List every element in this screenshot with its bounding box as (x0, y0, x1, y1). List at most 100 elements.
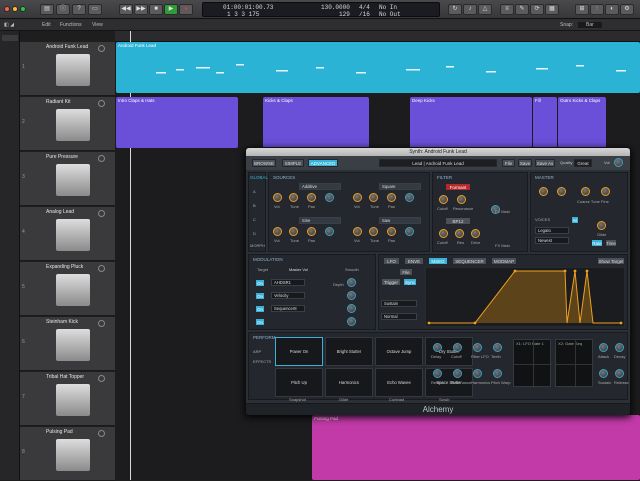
fine-tune-knob[interactable] (601, 187, 610, 196)
filter-resonance-knob[interactable] (457, 195, 466, 204)
mod-on-1[interactable]: On (255, 279, 265, 287)
track-mute-icon[interactable] (98, 265, 105, 272)
zoom-window-icon[interactable] (20, 6, 26, 12)
tuner-icon[interactable]: ♪ (463, 4, 477, 15)
envelope-knob[interactable] (615, 369, 624, 378)
track-header[interactable]: 5 Expanding Pluck (20, 262, 115, 316)
source-knob[interactable] (273, 227, 282, 236)
rate-button[interactable]: Rate (591, 239, 603, 247)
arp-tab[interactable]: ARP (253, 349, 261, 354)
mono-button[interactable]: M (571, 216, 579, 224)
envelope-knob[interactable] (615, 343, 624, 352)
source-knob[interactable] (405, 193, 414, 202)
filter2-res-knob[interactable] (455, 229, 464, 238)
editor-icon[interactable]: ⊞ (575, 4, 589, 15)
voices-priority-select[interactable]: Newest (535, 237, 569, 244)
source-knob[interactable] (369, 193, 378, 202)
track-name[interactable]: Steinham Kick (46, 319, 78, 325)
track-header[interactable]: 6 Steinham Kick (20, 317, 115, 371)
save-button[interactable]: Save (518, 159, 532, 167)
source-b-letter[interactable]: B (253, 203, 256, 208)
source-knob[interactable] (387, 227, 396, 236)
mod-tab[interactable]: SEQUENCER (452, 257, 487, 265)
normal-select[interactable]: Normal (381, 313, 417, 320)
mod-depth-knob-2[interactable] (347, 291, 356, 300)
show-target-button[interactable]: Show Target (597, 257, 625, 265)
save-as-button[interactable]: Save As (535, 159, 555, 167)
track-mute-icon[interactable] (98, 320, 105, 327)
view-menu[interactable]: View (92, 22, 103, 28)
perform-pad[interactable]: Bright Stutter (325, 337, 373, 366)
functions-menu[interactable]: Functions (60, 22, 82, 28)
region-android-funk-lead[interactable]: Android Funk Lead (116, 42, 640, 93)
region-icon[interactable]: ◧ ◢ (4, 22, 14, 28)
apple-loops-icon[interactable]: ⚙ (620, 4, 634, 15)
mod-tab[interactable]: LFO (383, 257, 400, 265)
filter2-drive-knob[interactable] (471, 229, 480, 238)
perform-pad[interactable]: Power On (275, 337, 323, 366)
source-knob[interactable] (273, 193, 282, 202)
morph-tab[interactable]: MORPH (250, 243, 265, 248)
source-b-select[interactable]: Square (379, 183, 421, 190)
mod-tab[interactable]: MODMAP (491, 257, 517, 265)
perform-pad[interactable]: Octave Jump (375, 337, 423, 366)
mseg-file-button[interactable]: File (399, 268, 413, 276)
track-header[interactable]: 7 Tribal Hat Topper (20, 372, 115, 426)
filter-type-select[interactable]: Formant (445, 183, 471, 191)
mod-on-3[interactable]: On (255, 305, 265, 313)
mod-source-2[interactable]: Velocity (271, 292, 305, 299)
region-deep-kicks[interactable]: Deep Kicks (410, 97, 532, 148)
macro-knob[interactable] (473, 343, 482, 352)
region-outro[interactable]: Outro Kicks & Claps (558, 97, 606, 148)
mod-depth-knob-3[interactable] (347, 304, 356, 313)
track-name[interactable]: Android Funk Lead (46, 44, 88, 50)
perform-pad[interactable]: Harmonics (325, 368, 373, 397)
loop-browser-icon[interactable]: ⟳ (530, 4, 544, 15)
source-c-select[interactable]: Sine (299, 217, 341, 224)
track-mute-icon[interactable] (98, 375, 105, 382)
sustain-select[interactable]: Sustain (381, 300, 417, 307)
metronome-icon[interactable]: △ (478, 4, 492, 15)
notepad-icon[interactable]: ✎ (515, 4, 529, 15)
track-mute-icon[interactable] (98, 155, 105, 162)
track-name[interactable]: Pulsing Pad (46, 429, 73, 435)
source-knob[interactable] (353, 193, 362, 202)
mod-tab[interactable]: MSEG (428, 257, 448, 265)
source-d-select[interactable]: Saw (379, 217, 421, 224)
macro-knob[interactable] (453, 369, 462, 378)
cycle-icon[interactable]: ↻ (448, 4, 462, 15)
play-button[interactable]: ▶ (164, 4, 178, 15)
browser-icon[interactable]: ▦ (545, 4, 559, 15)
edit-menu[interactable]: Edit (42, 22, 51, 28)
mixer-icon[interactable]: ⫶ (590, 4, 604, 15)
region-pulsing-pad[interactable]: Pulsing Pad (312, 415, 640, 480)
library-icon[interactable]: ▤ (40, 4, 54, 15)
perform-pad[interactable]: Echo Wavee (375, 368, 423, 397)
source-knob[interactable] (307, 227, 316, 236)
source-knob[interactable] (387, 193, 396, 202)
track-name[interactable]: Pure Pressure (46, 154, 78, 160)
file-button[interactable]: File (502, 159, 515, 167)
mod-source-3[interactable]: Sequencer8 (271, 305, 305, 312)
mod-tab[interactable]: ENVE (404, 257, 424, 265)
bar-ruler[interactable] (115, 31, 640, 42)
source-a-select[interactable]: Additive (299, 183, 341, 190)
filter2-cutoff-knob[interactable] (439, 229, 448, 238)
stop-button[interactable]: ■ (149, 4, 163, 15)
region-intro-claps-hats[interactable]: Intro Claps & Hats (116, 97, 238, 148)
macro-knob[interactable] (433, 343, 442, 352)
track-name[interactable]: Expanding Pluck (46, 264, 83, 270)
source-knob[interactable] (353, 227, 362, 236)
fast-forward-button[interactable]: ▶▶ (134, 4, 148, 15)
minimize-window-icon[interactable] (12, 6, 18, 12)
master-pan-knob[interactable] (557, 187, 566, 196)
source-knob[interactable] (325, 193, 334, 202)
perform-pad[interactable]: Dry Stutter (425, 337, 473, 366)
perform-pad[interactable]: Pitch Up (275, 368, 323, 397)
time-signature[interactable]: 4/4 (359, 4, 370, 11)
mod-source-1[interactable]: AHDSR1 (271, 279, 305, 286)
track-mute-icon[interactable] (98, 100, 105, 107)
source-knob[interactable] (289, 227, 298, 236)
source-knob[interactable] (307, 193, 316, 202)
track-header[interactable]: 2 Radiant Kit (20, 97, 115, 151)
